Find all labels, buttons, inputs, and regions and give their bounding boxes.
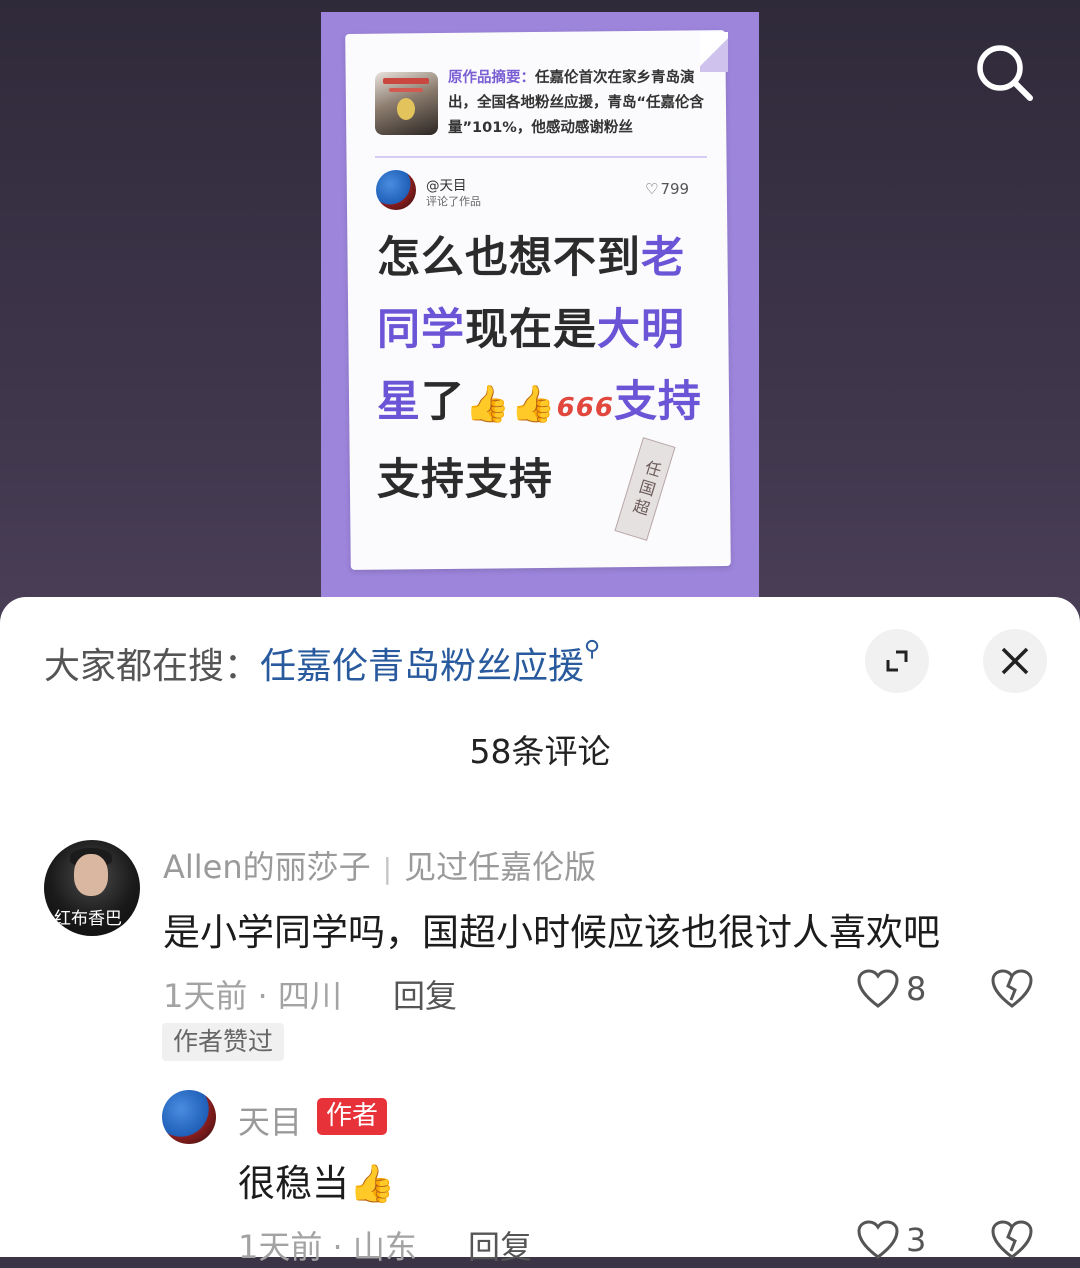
card-avatar	[376, 170, 416, 210]
card-likes-count: 799	[660, 180, 690, 198]
search-button[interactable]	[970, 38, 1038, 106]
emoji-666: 666	[556, 393, 614, 423]
reply-time: 1天前 · 山东	[238, 1228, 417, 1266]
comment-user-tag: 见过任嘉伦版	[404, 848, 597, 886]
like-button[interactable]: 8	[856, 968, 926, 1010]
dislike-button[interactable]	[990, 968, 1034, 1010]
name-separator: |	[382, 852, 393, 885]
hot-search-keyword[interactable]: 任嘉伦青岛粉丝应援	[260, 646, 584, 687]
comment-time: 1天前 · 四川	[163, 977, 342, 1015]
hot-search-prefix: 大家都在搜：	[44, 646, 261, 687]
reply-reply-button[interactable]: 回复	[468, 1222, 532, 1268]
comment-user[interactable]: Allen的丽莎子 | 见过任嘉伦版	[163, 842, 596, 888]
big-text-part: 了	[421, 377, 465, 427]
broken-heart-icon	[991, 969, 1033, 1008]
summary-thumbnail	[375, 72, 438, 135]
avatar[interactable]: 红布香巴	[44, 840, 140, 936]
card-likes: ♡ 799	[645, 180, 689, 198]
heart-icon	[857, 969, 899, 1008]
summary-text: 原作品摘要：任嘉伦首次在家乡青岛演出，全国各地粉丝应援，青岛“任嘉伦含量”101…	[448, 66, 710, 141]
reply-avatar[interactable]	[162, 1090, 216, 1144]
reply-button[interactable]: 回复	[393, 971, 457, 1017]
big-text-part: 怎么也想不到	[377, 233, 641, 283]
comment-count: 58条评论	[469, 732, 611, 771]
author-tag: 作者	[317, 1098, 388, 1135]
hot-search[interactable]: 大家都在搜：任嘉伦青岛粉丝应援⚲	[44, 637, 600, 689]
avatar-text: 红布香巴	[54, 909, 122, 929]
search-icon	[977, 45, 1033, 101]
card-divider	[375, 156, 707, 158]
search-small-icon: ⚲	[584, 637, 601, 662]
author-liked-badge: 作者赞过	[162, 1023, 285, 1061]
reply-dislike-button[interactable]	[990, 1219, 1034, 1261]
summary-label: 原作品摘要：	[448, 70, 535, 86]
card-action: 评论了作品	[426, 195, 481, 208]
card-user: @天目	[426, 178, 467, 194]
like-count: 8	[906, 970, 927, 1008]
big-text-part: 支持支持	[377, 455, 553, 505]
reply-like-button[interactable]: 3	[856, 1219, 926, 1261]
thumbs-up-icon: 👍	[510, 384, 557, 425]
close-button[interactable]	[983, 629, 1047, 693]
thumbs-up-icon: 👍	[465, 384, 511, 425]
comment-text[interactable]: 是小学同学吗，国超小时候应该也很讨人喜欢吧	[163, 902, 940, 956]
heart-outline-icon: ♡	[645, 180, 659, 198]
close-icon	[1001, 647, 1029, 675]
big-text-part: 现在是	[465, 305, 597, 355]
broken-heart-icon	[991, 1220, 1033, 1259]
reply-user-name[interactable]: 天目	[238, 1097, 302, 1143]
reply-like-count: 3	[906, 1221, 927, 1259]
expand-icon	[886, 650, 908, 672]
heart-icon	[857, 1220, 899, 1259]
expand-button[interactable]	[865, 629, 929, 693]
comment-user-name: Allen的丽莎子	[163, 848, 371, 886]
reply-text[interactable]: 很稳当👍	[238, 1153, 395, 1207]
big-text-part: 支持	[613, 377, 702, 427]
